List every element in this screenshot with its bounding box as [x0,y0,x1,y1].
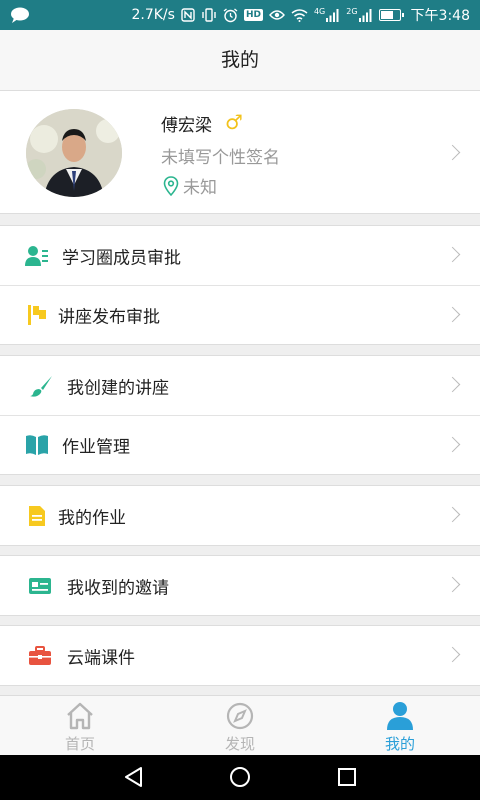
menu-item-label: 我创建的讲座 [67,378,169,398]
alarm-icon [223,7,238,22]
menu-item-label: 作业管理 [62,437,130,458]
person-icon [387,702,413,730]
chevron-right-icon [444,646,461,663]
tab-label: 发现 [224,735,255,753]
menu-item-my-homework[interactable]: 我的作业 [0,486,480,545]
male-icon: ♂ [225,110,243,134]
profile-name: 傅宏梁 [161,116,212,136]
tab-label: 首页 [64,735,95,753]
menu-group-approvals: 学习圈成员审批 讲座发布审批 [0,225,480,345]
tab-bar: 首页 发现 我的 [0,695,480,755]
menu-item-label: 学习圈成员审批 [62,248,181,268]
compass-icon [226,702,254,730]
flag-icon [25,303,49,327]
battery-icon [378,9,404,21]
chevron-right-icon [444,506,461,523]
home-icon [67,702,93,730]
menu-item-my-lectures[interactable]: 我创建的讲座 [0,356,480,415]
tab-discover[interactable]: 发现 [160,696,320,756]
menu-item-lecture-approval[interactable]: 讲座发布审批 [0,285,480,344]
chevron-right-icon [444,576,461,593]
menu-item-homework-management[interactable]: 作业管理 [0,415,480,474]
tab-mine[interactable]: 我的 [320,696,480,756]
profile-location: 未知 [163,173,217,198]
menu-item-label: 我收到的邀请 [67,578,169,598]
menu-group-invitations: 我收到的邀请 [0,555,480,616]
book-icon [25,433,49,457]
status-bar: 2.7K/s HD 4G 2G 下午3:48 [0,0,480,30]
card-icon [28,574,52,598]
briefcase-icon [28,644,52,668]
tab-label: 我的 [384,735,415,753]
profile-card[interactable]: 傅宏梁 ♂ 未填写个性签名 未知 [0,90,480,214]
tab-home[interactable]: 首页 [0,696,160,756]
members-approve-icon [25,244,49,268]
menu-item-label: 云端课件 [67,648,135,668]
menu-item-cloud-courseware[interactable]: 云端课件 [0,626,480,685]
chevron-right-icon [444,246,461,263]
menu-item-member-approval[interactable]: 学习圈成员审批 [0,226,480,285]
nfc-icon [181,8,195,22]
location-text: 未知 [183,178,217,198]
recents-icon[interactable] [336,766,358,788]
chevron-right-icon [444,436,461,453]
document-icon [25,504,49,528]
menu-group-cloud: 云端课件 [0,625,480,686]
page-title: 我的 [0,30,480,90]
menu-item-label: 讲座发布审批 [58,307,160,328]
status-bar-right: 2.7K/s HD 4G 2G 下午3:48 [131,0,470,30]
chevron-right-icon [444,144,461,161]
menu-item-label: 我的作业 [58,508,126,528]
hd-icon: HD [243,9,263,21]
back-icon[interactable] [123,766,145,788]
home-circle-icon[interactable] [229,766,251,788]
chat-icon [11,7,29,23]
brush-icon [30,374,54,398]
wifi-icon [291,8,308,22]
avatar[interactable] [26,109,122,197]
signal-icon-2 [358,8,372,22]
clock: 下午3:48 [410,8,470,24]
eye-icon [269,10,285,20]
menu-group-my-homework: 我的作业 [0,485,480,546]
system-nav-bar [0,755,480,800]
network-speed: 2.7K/s [131,7,175,23]
network-2g-label: 2G [346,7,358,16]
chevron-right-icon [444,376,461,393]
chevron-right-icon [444,306,461,323]
signal-icon [326,8,339,22]
network-4g-label: 4G [313,7,326,16]
menu-item-invitations[interactable]: 我收到的邀请 [0,556,480,615]
location-pin-icon [163,175,179,196]
profile-signature: 未填写个性签名 [161,148,280,168]
vibrate-icon [202,8,216,22]
menu-group-lectures: 我创建的讲座 作业管理 [0,355,480,475]
